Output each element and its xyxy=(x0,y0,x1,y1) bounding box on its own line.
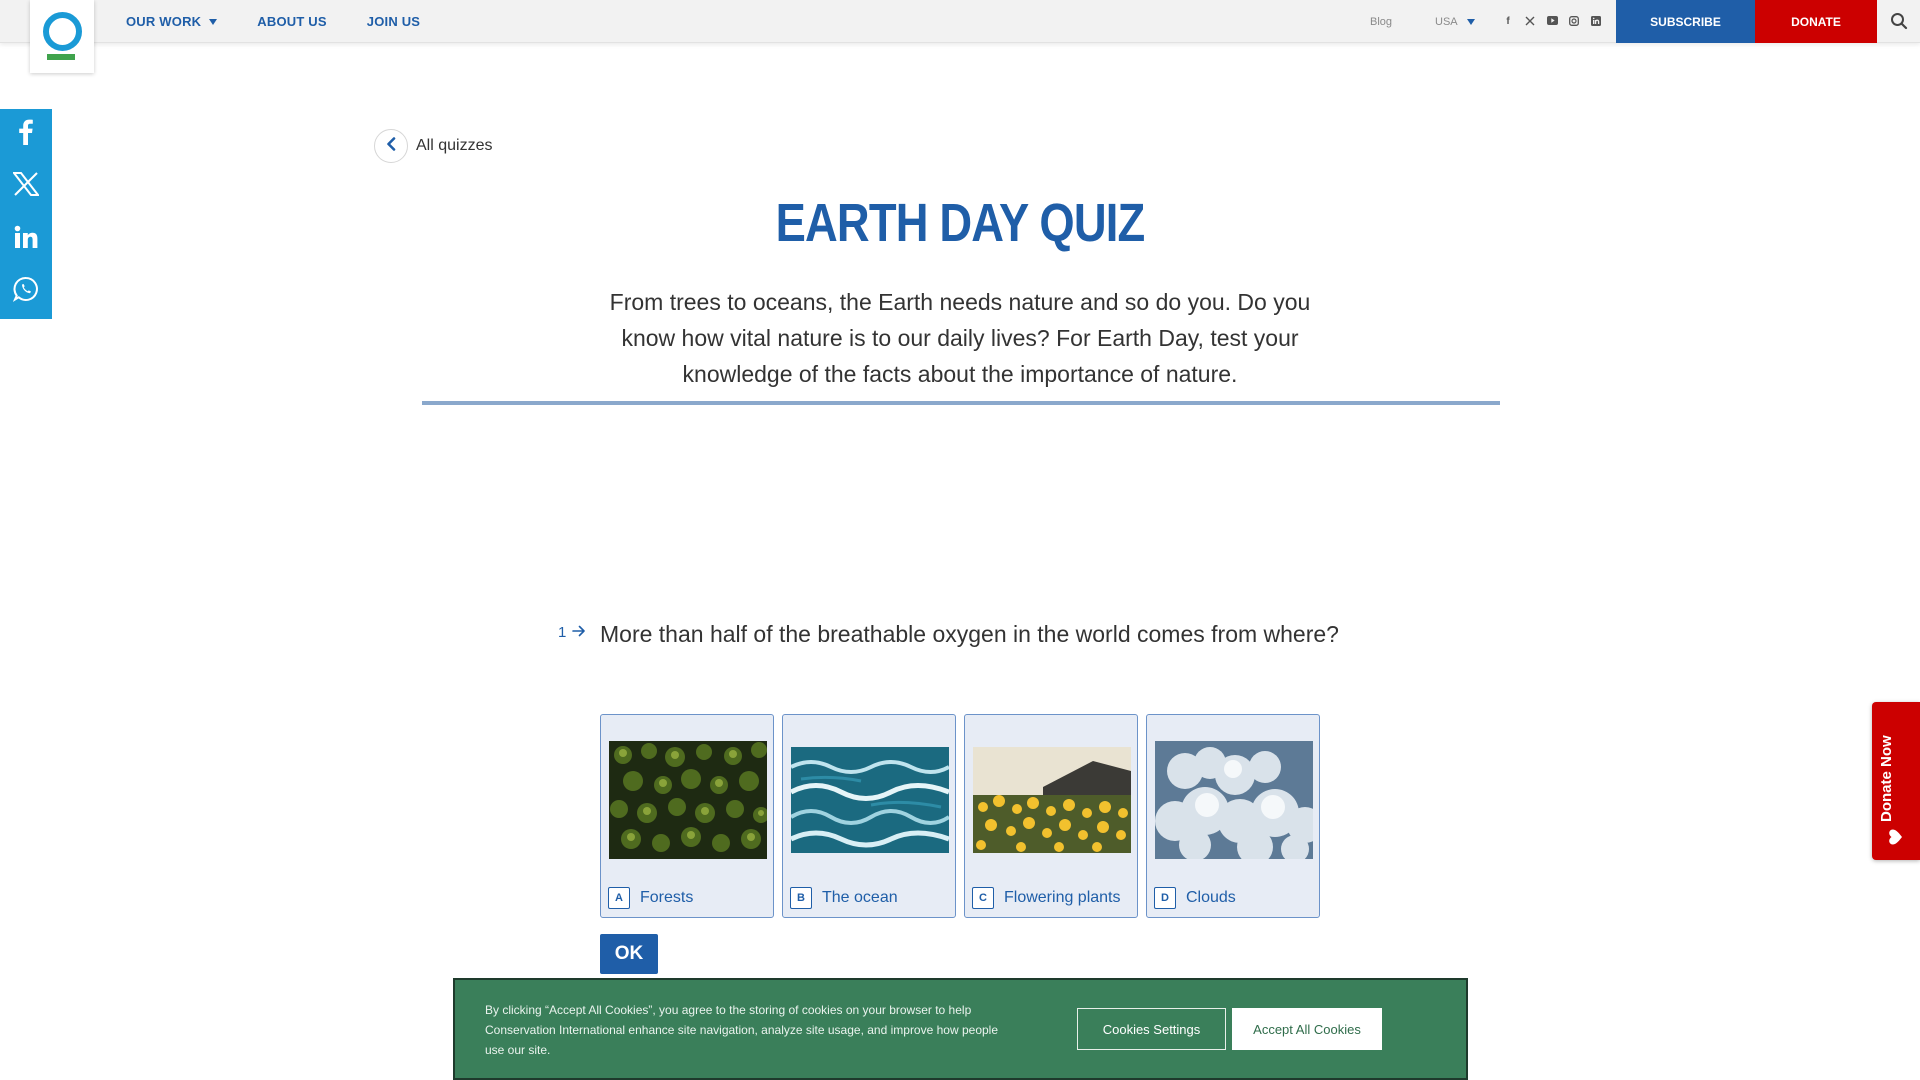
x-icon xyxy=(11,172,41,203)
facebook-icon[interactable]: f xyxy=(1502,16,1514,28)
choice-key: B xyxy=(790,887,812,909)
choice-key: C xyxy=(972,887,994,909)
whatsapp-icon xyxy=(12,276,39,309)
subscribe-label: SUBSCRIBE xyxy=(1650,14,1721,29)
choice-forests[interactable]: A Forests xyxy=(600,714,774,918)
cookies-settings-label: Cookies Settings xyxy=(1102,1021,1201,1037)
share-x-button[interactable] xyxy=(0,162,52,215)
region-selector[interactable]: USA xyxy=(1435,0,1475,43)
facebook-icon xyxy=(18,119,34,152)
cookies-settings-button[interactable]: Cookies Settings xyxy=(1077,1008,1226,1050)
choice-label: Clouds xyxy=(1186,889,1236,906)
share-rail xyxy=(0,109,52,319)
linkedin-icon xyxy=(14,225,38,256)
nav-join-us[interactable]: JOIN US xyxy=(367,14,420,29)
choice-the-ocean[interactable]: B The ocean xyxy=(782,714,956,918)
nav-join-us-label: JOIN US xyxy=(366,14,421,29)
page-title: EARTH DAY QUIZ xyxy=(775,193,1146,253)
nav-our-work[interactable]: OUR WORK xyxy=(126,14,218,29)
donate-now-label: Donate Now xyxy=(1878,735,1895,822)
answer-choices: A Forests B The ocean C Flowering plants… xyxy=(600,714,1323,918)
ocean-image xyxy=(789,747,951,853)
header-social-links: f xyxy=(1502,16,1602,28)
logo-bar-mark xyxy=(47,54,75,60)
chevron-down-icon xyxy=(1466,18,1475,25)
accept-all-cookies-button[interactable]: Accept All Cookies xyxy=(1232,1008,1382,1050)
nav-about-us[interactable]: ABOUT US xyxy=(257,14,327,29)
chevron-down-icon xyxy=(209,18,218,25)
forest-image xyxy=(609,741,769,859)
accept-all-cookies-label: Accept All Cookies xyxy=(1253,1021,1361,1037)
choice-clouds[interactable]: D Clouds xyxy=(1146,714,1323,918)
donate-label: DONATE xyxy=(1791,14,1841,29)
section-divider xyxy=(422,401,1500,405)
logo-ring-mark xyxy=(43,12,82,51)
top-navigation-bar: OUR WORK ABOUT US JOIN US Blog USA f SUB xyxy=(0,0,1920,43)
share-whatsapp-button[interactable] xyxy=(0,267,52,320)
site-logo[interactable] xyxy=(30,0,94,73)
linkedin-icon[interactable] xyxy=(1590,16,1602,28)
youtube-icon[interactable] xyxy=(1546,16,1558,28)
arrow-right-icon xyxy=(572,624,586,641)
blog-link[interactable]: Blog xyxy=(1370,0,1392,43)
donate-button[interactable]: DONATE xyxy=(1755,0,1877,43)
back-link-label: All quizzes xyxy=(416,137,493,154)
choice-label: The ocean xyxy=(822,889,898,906)
region-label: USA xyxy=(1435,15,1458,28)
donate-now-tab[interactable]: Donate Now xyxy=(1872,702,1920,860)
nav-about-us-label: ABOUT US xyxy=(257,14,327,29)
choice-flowering-plants[interactable]: C Flowering plants xyxy=(964,714,1138,918)
chevron-left-icon xyxy=(386,136,396,156)
back-button[interactable] xyxy=(374,129,408,163)
choice-label: Forests xyxy=(640,889,694,906)
blog-link-label: Blog xyxy=(1370,15,1393,28)
page-intro: From trees to oceans, the Earth needs na… xyxy=(609,289,1311,387)
nav-our-work-label: OUR WORK xyxy=(126,14,202,29)
flowering-plants-image xyxy=(973,747,1131,853)
back-to-all-quizzes-link[interactable]: All quizzes xyxy=(374,129,492,163)
instagram-icon[interactable] xyxy=(1568,16,1580,28)
x-icon[interactable] xyxy=(1524,16,1536,28)
question-text: More than half of the breathable oxygen … xyxy=(600,621,1339,647)
subscribe-button[interactable]: SUBSCRIBE xyxy=(1616,0,1755,43)
choice-key: D xyxy=(1154,887,1176,909)
cookie-banner: By clicking “Accept All Cookies”, you ag… xyxy=(453,978,1468,1080)
ok-button[interactable]: OK xyxy=(600,934,658,974)
search-icon[interactable] xyxy=(1890,12,1908,30)
share-facebook-button[interactable] xyxy=(0,109,52,162)
main-nav: OUR WORK ABOUT US JOIN US xyxy=(126,0,460,43)
choice-label: Flowering plants xyxy=(1004,889,1121,906)
ok-label: OK xyxy=(614,943,644,964)
choice-key: A xyxy=(608,887,630,909)
clouds-image xyxy=(1155,741,1323,865)
question-number-value: 1 xyxy=(558,624,567,641)
share-linkedin-button[interactable] xyxy=(0,214,52,267)
heart-icon xyxy=(1888,829,1904,845)
cookie-banner-text: By clicking “Accept All Cookies”, you ag… xyxy=(485,1003,998,1057)
question-number: 1 xyxy=(558,624,586,641)
